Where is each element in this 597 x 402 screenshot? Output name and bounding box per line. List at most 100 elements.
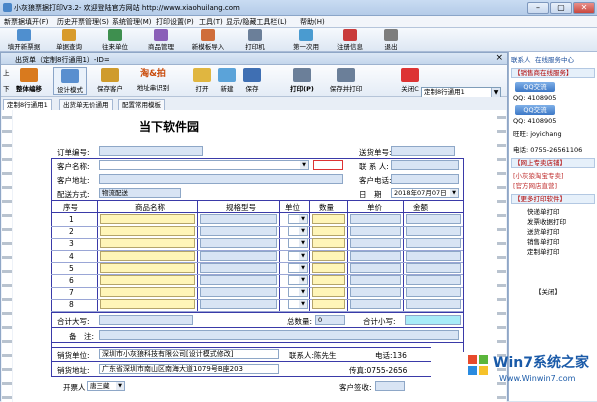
ship-method-input[interactable]: 物流配送 [99, 188, 181, 198]
seller-name-input[interactable]: 深圳市小灰狼科技有限公司[设计模式修改] [99, 349, 279, 359]
delivery-no-input[interactable] [391, 146, 455, 156]
spec-input[interactable] [200, 287, 277, 298]
maximize-button[interactable]: ▢ [550, 2, 572, 14]
unit-select[interactable]: ▼ [288, 250, 308, 261]
price-input[interactable] [350, 299, 401, 310]
shop-link-official[interactable]: [官方网店直营] [513, 180, 557, 190]
product-name-input[interactable] [100, 275, 195, 285]
register-button[interactable]: 注册信息 [332, 29, 368, 51]
menu-help[interactable]: 帮助(H) [300, 17, 325, 27]
qty-input[interactable] [312, 226, 345, 237]
qq-chat-button-2[interactable]: QQ交流 [515, 105, 555, 115]
save-print-button[interactable]: 保存并打印 [327, 67, 365, 95]
shift-layout-button[interactable]: 整体编移 [11, 67, 47, 95]
tab-noprice[interactable]: 出货单无价通用 [59, 99, 113, 110]
spec-input[interactable] [200, 226, 277, 237]
price-input[interactable] [350, 287, 401, 298]
order-no-input[interactable] [99, 146, 203, 156]
software-link-custom[interactable]: 定制单打印 [527, 246, 560, 256]
window-titlebar[interactable]: 小灰狼票据打印V3.2- 欢迎登陆官方网站 http://www.xiaohui… [0, 0, 597, 16]
print-button[interactable]: 打印(P) [285, 67, 319, 95]
first-use-button[interactable]: 第一次用 [288, 29, 324, 51]
product-name-input[interactable] [100, 262, 195, 273]
unit-select[interactable]: ▼ [288, 226, 308, 237]
price-input[interactable] [350, 250, 401, 261]
amount-input[interactable] [406, 214, 461, 224]
customer-name-select[interactable]: ▼ [99, 160, 309, 170]
amount-input[interactable] [406, 275, 461, 285]
amount-input[interactable] [406, 226, 461, 237]
partners-button[interactable]: 往来单位 [96, 29, 134, 51]
remark-input[interactable] [99, 330, 459, 340]
printer-button[interactable]: 打印机 [238, 29, 272, 51]
price-input[interactable] [350, 275, 401, 285]
issuer-select[interactable]: 唐三藏 ▼ [87, 381, 125, 391]
qty-input[interactable] [312, 250, 345, 261]
date-picker[interactable]: 2018年07月07日 ▼ [391, 188, 459, 198]
address-recognize-button[interactable]: 淘&拍 地址串识别 [131, 67, 175, 95]
menu-tools[interactable]: 工具(T) [199, 17, 223, 27]
qty-input[interactable] [312, 238, 345, 249]
seller-addr-input[interactable]: 广东省深圳市南山区南海大道1079号B座203 [99, 364, 279, 374]
spec-input[interactable] [200, 299, 277, 310]
amount-input[interactable] [406, 299, 461, 310]
move-down-label[interactable]: 下 [3, 83, 10, 93]
move-up-label[interactable]: 上 [3, 67, 10, 77]
price-input[interactable] [350, 226, 401, 237]
product-name-input[interactable] [100, 238, 195, 249]
save-button[interactable]: 保存 [241, 67, 263, 95]
software-link-invoice[interactable]: 发票收据打印 [527, 216, 566, 226]
menu-toggle-toolbar[interactable]: 显示/隐藏工具栏(L) [226, 17, 287, 27]
amount-input[interactable] [406, 250, 461, 261]
unit-select[interactable]: ▼ [288, 238, 308, 249]
close-doc-button[interactable]: 关闭C [397, 67, 423, 95]
software-link-express[interactable]: 快递单打印 [527, 206, 560, 216]
tab-templates[interactable]: 配置常用模板 [118, 99, 165, 110]
new-button[interactable]: 新建 [216, 67, 238, 95]
qty-input[interactable] [312, 287, 345, 298]
query-button[interactable]: 单据查询 [50, 29, 88, 51]
sign-input[interactable] [375, 381, 405, 391]
amount-input[interactable] [406, 262, 461, 273]
qty-input[interactable] [312, 275, 345, 285]
menu-print-settings[interactable]: 打印设置(P) [156, 17, 194, 27]
product-name-input[interactable] [100, 214, 195, 224]
qq-chat-button-1[interactable]: QQ交流 [515, 82, 555, 92]
unit-select[interactable]: ▼ [288, 287, 308, 298]
spec-input[interactable] [200, 214, 277, 224]
spec-input[interactable] [200, 238, 277, 249]
qty-input[interactable] [312, 299, 345, 310]
qty-input[interactable] [312, 214, 345, 224]
document-titlebar[interactable]: 出货单（定制8行通用1）-ID= × [1, 53, 507, 65]
document-close-button[interactable]: × [495, 53, 503, 63]
unit-select[interactable]: ▼ [288, 214, 308, 224]
price-input[interactable] [350, 214, 401, 224]
product-name-input[interactable] [100, 299, 195, 310]
software-link-sales[interactable]: 销售单打印 [527, 236, 560, 246]
product-name-input[interactable] [100, 287, 195, 298]
contact-input[interactable] [391, 160, 459, 170]
sidebar-close-link[interactable]: 【关闭】 [535, 286, 561, 296]
open-button[interactable]: 打开 [191, 67, 213, 95]
customer-phone-input[interactable] [391, 174, 459, 184]
amount-input[interactable] [406, 287, 461, 298]
product-name-input[interactable] [100, 226, 195, 237]
products-button[interactable]: 商品管理 [142, 29, 180, 51]
new-ticket-button[interactable]: 填开新票据 [4, 29, 44, 51]
spec-input[interactable] [200, 275, 277, 285]
save-customer-button[interactable]: 保存客户 [93, 67, 127, 95]
close-window-button[interactable]: ✕ [573, 2, 595, 14]
spec-input[interactable] [200, 262, 277, 273]
product-name-input[interactable] [100, 250, 195, 261]
customer-addr-input[interactable] [99, 174, 343, 184]
tab-custom8[interactable]: 定制8行通用1 [3, 99, 52, 110]
unit-select[interactable]: ▼ [288, 299, 308, 310]
spec-input[interactable] [200, 250, 277, 261]
menu-system[interactable]: 系统管理(M) [112, 17, 152, 27]
unit-select[interactable]: ▼ [288, 262, 308, 273]
exit-button[interactable]: 退出 [378, 29, 404, 51]
customer-code-input[interactable] [313, 160, 343, 170]
unit-select[interactable]: ▼ [288, 275, 308, 285]
design-mode-button[interactable]: 设计模式 [53, 67, 87, 95]
shop-link-taobao[interactable]: [小灰狼淘宝专卖] [513, 170, 564, 180]
